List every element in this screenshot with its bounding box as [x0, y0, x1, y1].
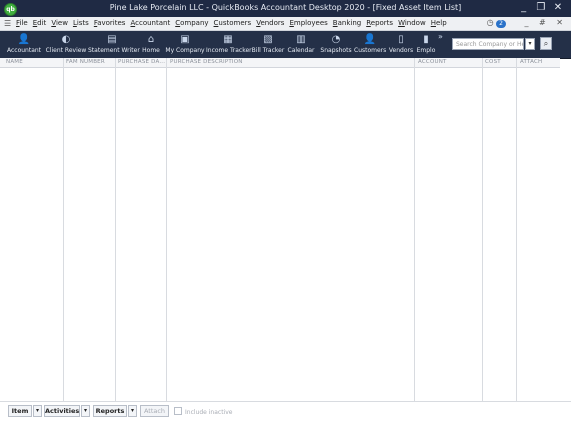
home-icon: ⌂ — [147, 34, 155, 45]
search-input[interactable]: Search Company or Help — [452, 38, 524, 50]
column-header-purchase-da[interactable]: PURCHASE DA... — [118, 59, 166, 65]
toolbar-label: Accountant — [6, 47, 42, 54]
checkbox-icon[interactable] — [174, 407, 182, 415]
menu-customers[interactable]: Customers — [214, 19, 252, 27]
menu-file[interactable]: File — [16, 19, 28, 27]
child-restore-button[interactable]: # — [539, 18, 546, 27]
menu-vendors[interactable]: Vendors — [256, 19, 284, 27]
close-button[interactable]: ✕ — [551, 2, 565, 13]
search-scope-dropdown[interactable]: ▾ — [525, 38, 535, 50]
column-header-attach[interactable]: ATTACH — [520, 59, 560, 65]
menu-lists[interactable]: Lists — [73, 19, 89, 27]
reports-button[interactable]: Reports — [93, 405, 127, 417]
vendors-icon: ▯ — [398, 34, 404, 45]
snapshots-icon: ◔ — [331, 34, 341, 45]
menu-view[interactable]: View — [51, 19, 68, 27]
menu-bar: ☰ File Edit View Lists Favorites Accountant Co… — [0, 17, 571, 31]
item-button[interactable]: Item — [8, 405, 32, 417]
column-divider[interactable] — [166, 58, 167, 401]
employees-icon: ▮ — [423, 34, 429, 45]
toolbar-income-tracker-button[interactable]: ▦ Income Tracker — [206, 33, 252, 55]
search-icon[interactable]: ⌕ — [540, 37, 552, 50]
window-controls: _ ❐ ✕ — [517, 2, 565, 13]
toolbar-calendar-button[interactable]: ▥ Calendar — [286, 33, 316, 55]
toolbar-label: Statement Writer — [88, 47, 140, 54]
toolbar-customers-button[interactable]: 👤 Customers — [354, 33, 386, 55]
toolbar-home-button[interactable]: ⌂ Home — [139, 33, 163, 55]
bill-tracker-icon: ▧ — [263, 34, 273, 45]
toolbar-accountant-button[interactable]: 👤 Accountant — [4, 33, 44, 55]
menu-window[interactable]: Window — [398, 19, 426, 27]
activities-button[interactable]: Activities — [44, 405, 80, 417]
column-header-fam-number[interactable]: FAM NUMBER — [66, 59, 116, 65]
toolbar-bill-tracker-button[interactable]: ▧ Bill Tracker — [251, 33, 285, 55]
menu-banking[interactable]: Banking — [333, 19, 361, 27]
restore-button[interactable]: ❐ — [534, 2, 548, 13]
menu-right-controls: ◷ 2 _ # ✕ — [487, 18, 563, 28]
toolbar-label: My Company — [165, 47, 205, 54]
column-divider[interactable] — [63, 58, 64, 401]
column-divider[interactable] — [516, 58, 517, 401]
toolbar-label: Snapshots — [320, 47, 352, 54]
toolbar-emplo-button[interactable]: ▮ Emplo — [416, 33, 436, 55]
customers-icon: 👤 — [363, 34, 377, 45]
toolbar-label: Customers — [354, 47, 387, 54]
calendar-icon: ▥ — [296, 34, 306, 45]
include-inactive-checkbox[interactable]: Include inactive — [174, 407, 232, 416]
toolbar-label: Home — [142, 47, 160, 54]
menu-edit[interactable]: Edit — [33, 19, 47, 27]
menu-company[interactable]: Company — [175, 19, 208, 27]
column-divider[interactable] — [482, 58, 483, 401]
menu-items: File Edit View Lists Favorites Accountant Comp… — [16, 19, 452, 27]
window-title: Pine Lake Porcelain LLC - QuickBooks Acc… — [109, 3, 462, 12]
toolbar-label: Vendors — [388, 47, 414, 54]
clock-icon[interactable]: ◷ — [487, 18, 494, 27]
column-header-account[interactable]: ACCOUNT — [418, 59, 480, 65]
activities-dropdown-icon[interactable]: ▾ — [81, 405, 90, 417]
reports-dropdown-icon[interactable]: ▾ — [128, 405, 137, 417]
accountant-icon: 👤 — [17, 34, 31, 45]
child-minimize-button[interactable]: _ — [525, 18, 529, 27]
toolbar-my-company-button[interactable]: ▣ My Company — [165, 33, 205, 55]
toolbar-label: Calendar — [287, 47, 315, 54]
column-divider[interactable] — [115, 58, 116, 401]
more-tools-icon[interactable]: » — [438, 32, 443, 41]
my-company-icon: ▣ — [180, 34, 190, 45]
toolbar-label: Emplo — [416, 47, 436, 54]
toolbar-label: Income Tracker — [206, 47, 252, 54]
toolbar-vendors-button[interactable]: ▯ Vendors — [388, 33, 414, 55]
hamburger-menu-icon[interactable]: ☰ — [4, 19, 11, 28]
menu-favorites[interactable]: Favorites — [94, 19, 126, 27]
menu-accountant[interactable]: Accountant — [130, 19, 170, 27]
toolbar-statement-writer-button[interactable]: ▤ Statement Writer — [88, 33, 140, 55]
include-inactive-label: Include inactive — [185, 409, 233, 416]
item-dropdown-icon[interactable]: ▾ — [33, 405, 42, 417]
toolbar-label: Client Review — [45, 47, 87, 54]
alerts-badge[interactable]: 2 — [496, 20, 506, 28]
title-bar: qb Pine Lake Porcelain LLC - QuickBooks … — [0, 0, 571, 17]
column-header-name[interactable]: NAME — [6, 59, 62, 65]
column-header-cost[interactable]: COST — [485, 59, 515, 65]
menu-employees[interactable]: Employees — [289, 19, 327, 27]
attach-button[interactable]: Attach — [140, 405, 169, 417]
toolbar-label: Bill Tracker — [251, 47, 285, 54]
statement-writer-icon: ▤ — [107, 34, 117, 45]
toolbar-client-review-button[interactable]: ◐ Client Review — [45, 33, 87, 55]
menu-reports[interactable]: Reports — [366, 19, 393, 27]
column-divider[interactable] — [414, 58, 415, 401]
column-header-purchase-description[interactable]: PURCHASE DESCRIPTION — [170, 59, 410, 65]
toolbar-snapshots-button[interactable]: ◔ Snapshots — [320, 33, 352, 55]
menu-help[interactable]: Help — [431, 19, 447, 27]
client-review-icon: ◐ — [61, 34, 71, 45]
icon-bar: 👤 Accountant ◐ Client Review ▤ Statement Writ… — [0, 31, 571, 59]
minimize-button[interactable]: _ — [517, 2, 531, 13]
bottom-bar: Item ▾ Activities ▾ Reports ▾ Attach Inc… — [0, 401, 571, 421]
table-header: NAME FAM NUMBER PURCHASE DA... PURCHASE DES… — [0, 58, 560, 68]
child-close-button[interactable]: ✕ — [556, 18, 563, 27]
income-tracker-icon: ▦ — [223, 34, 233, 45]
